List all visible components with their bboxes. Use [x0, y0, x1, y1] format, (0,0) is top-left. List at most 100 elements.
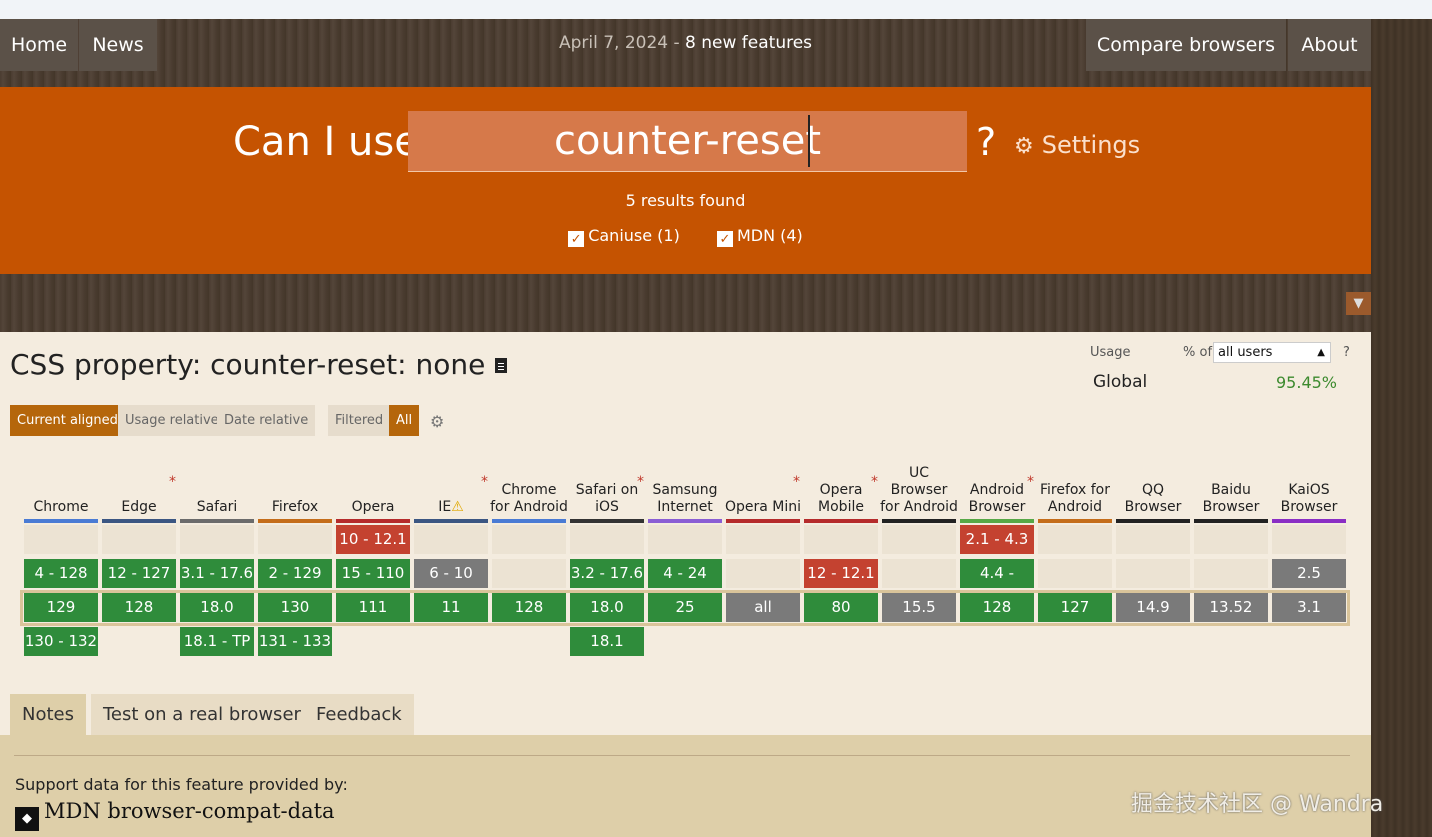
support-cell[interactable]: 18.1 [570, 627, 644, 656]
browser-header-uc-browser-for-android[interactable]: UC Browser for Android [880, 450, 958, 516]
support-cell[interactable]: 4.4 - 4.4.4 [960, 559, 1034, 611]
support-cell[interactable] [882, 559, 956, 588]
browser-color-bar [1116, 519, 1190, 523]
note-star-icon: * [871, 474, 878, 490]
gear-icon[interactable]: ⚙ [430, 412, 444, 431]
support-cell[interactable]: 15 - 110 [336, 559, 410, 588]
support-cell[interactable] [1038, 525, 1112, 554]
browser-header-ie[interactable]: IE ⚠ * [412, 450, 490, 516]
support-cell[interactable]: 12 - 127 [102, 559, 176, 588]
support-cell[interactable]: 2.5 [1272, 559, 1346, 588]
support-cell[interactable] [102, 525, 176, 554]
support-cell[interactable] [882, 525, 956, 554]
support-cell[interactable]: 12 - 12.1 [804, 559, 878, 588]
users-select[interactable]: all users ▲ [1213, 342, 1331, 363]
browser-header-firefox[interactable]: Firefox [256, 450, 334, 516]
support-cell[interactable] [258, 525, 332, 554]
nav-separator: - [668, 33, 686, 53]
browser-name: UC Browser for Android [880, 465, 958, 515]
global-label: Global [1093, 372, 1148, 392]
browser-name: Opera Mobile [818, 482, 864, 515]
notes-divider [14, 755, 1350, 756]
tab-current-aligned[interactable]: Current aligned [10, 405, 125, 436]
search-input[interactable] [408, 111, 967, 172]
browser-color-bar [882, 519, 956, 523]
browser-header-firefox-for-android[interactable]: Firefox for Android [1036, 450, 1114, 516]
browser-header-opera[interactable]: Opera [334, 450, 412, 516]
tab-all[interactable]: All [389, 405, 420, 436]
browser-color-bar [804, 519, 878, 523]
filter-caniuse-checkbox[interactable]: ✓ Caniuse (1) [568, 226, 680, 247]
users-select-value: all users [1218, 345, 1273, 360]
nav-compare-button[interactable]: Compare browsers [1086, 19, 1286, 71]
support-cell[interactable]: 4 - 128 [24, 559, 98, 588]
support-cell[interactable]: 4 - 24 [648, 559, 722, 588]
browser-header-samsung-internet[interactable]: Samsung Internet [646, 450, 724, 516]
support-cell[interactable] [1194, 525, 1268, 554]
support-cell[interactable] [180, 525, 254, 554]
nav-about-button[interactable]: About [1288, 19, 1371, 71]
gear-icon: ⚙ [1014, 134, 1034, 159]
filter-mdn-label: MDN (4) [736, 226, 803, 245]
tab-feedback[interactable]: Feedback [304, 694, 414, 735]
tab-usage-relative[interactable]: Usage relative [118, 405, 226, 436]
support-cell[interactable] [1116, 525, 1190, 554]
browser-color-bar [258, 519, 332, 523]
tab-filtered[interactable]: Filtered [328, 405, 391, 436]
support-cell[interactable] [804, 525, 878, 554]
browser-color-bar [648, 519, 722, 523]
nav-new-features-link[interactable]: 8 new features [685, 33, 812, 53]
browser-header-chrome-for-android[interactable]: Chrome for Android [490, 450, 568, 516]
browser-header-baidu-browser[interactable]: Baidu Browser [1192, 450, 1270, 516]
filter-funnel-icon[interactable]: ▼ [1346, 292, 1371, 315]
warning-icon: ⚠ [451, 499, 464, 515]
top-nav: Home News April 7, 2024 - 8 new features… [0, 19, 1371, 87]
support-cell[interactable]: 18.1 - TP [180, 627, 254, 656]
support-cell[interactable]: 3.2 - 17.6 [570, 559, 644, 588]
browser-header-opera-mini[interactable]: Opera Mini * [724, 450, 802, 516]
browser-header-opera-mobile[interactable]: Opera Mobile * [802, 450, 880, 516]
support-cell[interactable] [24, 525, 98, 554]
global-percent: 95.45% [1276, 373, 1338, 392]
filter-mdn-checkbox[interactable]: ✓ MDN (4) [716, 226, 803, 247]
tab-notes[interactable]: Notes [10, 694, 86, 735]
mdn-link[interactable]: ◆ MDN browser-compat-data [15, 799, 335, 831]
support-cell[interactable]: 10 - 12.1 [336, 525, 410, 554]
support-cell[interactable] [726, 559, 800, 588]
support-cell[interactable] [492, 559, 566, 588]
support-cell[interactable] [726, 525, 800, 554]
browser-name: Chrome [33, 499, 89, 515]
browser-header-qq-browser[interactable]: QQ Browser [1114, 450, 1192, 516]
settings-button[interactable]: ⚙ Settings [1014, 131, 1140, 159]
support-cell[interactable] [1038, 559, 1112, 588]
support-cell[interactable] [1272, 525, 1346, 554]
browser-header-safari-on-ios[interactable]: Safari on iOS * [568, 450, 646, 516]
support-cell[interactable]: 131 - 133 [258, 627, 332, 656]
document-icon[interactable] [495, 358, 508, 373]
tab-test-real-browser[interactable]: Test on a real browser [91, 694, 313, 735]
support-cell[interactable] [1116, 559, 1190, 588]
support-cell[interactable] [1194, 559, 1268, 588]
browser-header-edge[interactable]: Edge * [100, 450, 178, 516]
browser-top-strip [0, 0, 1432, 19]
select-arrows-icon: ▲ [1317, 347, 1325, 358]
support-cell[interactable]: 3.1 - 17.6 [180, 559, 254, 588]
tab-date-relative[interactable]: Date relative [217, 405, 316, 436]
support-cell[interactable] [570, 525, 644, 554]
support-cell[interactable]: 2 - 129 [258, 559, 332, 588]
browser-header-android-browser[interactable]: Android Browser * [958, 450, 1036, 516]
usage-help[interactable]: ? [1343, 345, 1350, 360]
browser-header-chrome[interactable]: Chrome [22, 450, 100, 516]
support-cell[interactable] [648, 525, 722, 554]
support-cell[interactable] [492, 525, 566, 554]
support-cell[interactable]: 6 - 10 [414, 559, 488, 588]
browser-color-bar [414, 519, 488, 523]
support-cell[interactable] [414, 525, 488, 554]
support-cell[interactable]: 130 - 132 [24, 627, 98, 656]
support-cell[interactable]: 2.1 - 4.3 [960, 525, 1034, 554]
browser-header-safari[interactable]: Safari [178, 450, 256, 516]
browser-name: Samsung Internet [652, 482, 718, 515]
browser-name: Safari [196, 499, 238, 515]
search-question-mark: ? [976, 120, 997, 164]
browser-header-kaios-browser[interactable]: KaiOS Browser [1270, 450, 1348, 516]
